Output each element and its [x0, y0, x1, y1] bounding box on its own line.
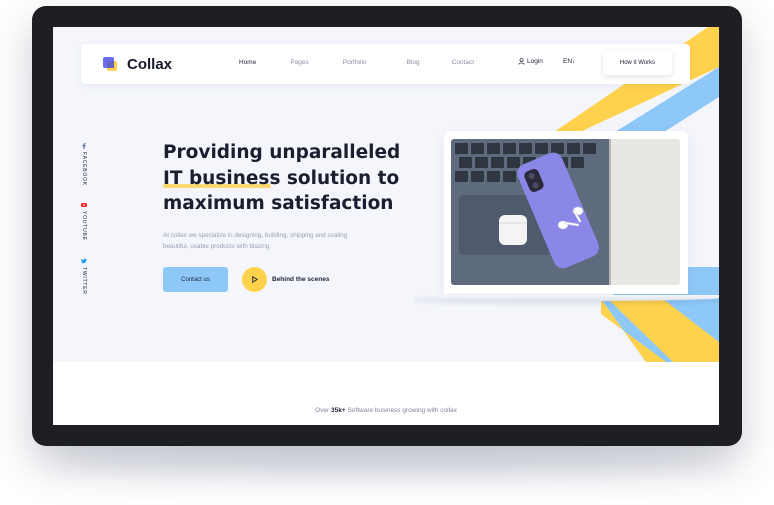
social-label: FACEBOOK	[81, 152, 87, 186]
login-label: Login	[527, 58, 543, 65]
stats-count: 35k+	[330, 407, 346, 414]
stripe-yellow-bottom-a	[601, 299, 719, 367]
language-selector[interactable]: EN↓	[563, 58, 575, 65]
twitter-icon	[81, 258, 87, 264]
nav-link-portfolio[interactable]: Portfolio	[343, 59, 367, 66]
social-facebook[interactable]: FACEBOOK	[78, 143, 90, 186]
how-it-works-button[interactable]: How it Works	[603, 51, 672, 75]
laptop-base	[414, 295, 719, 301]
chevron-down-icon: ↓	[572, 59, 576, 65]
stats-section	[53, 362, 719, 425]
stats-text: Over 35k+ Software business growing with…	[53, 407, 719, 414]
hero-headline: Providing unparalleled IT business solut…	[163, 140, 413, 217]
navbar: Collax Home Pages Portfolio Blog Contact…	[81, 44, 690, 84]
user-icon	[518, 58, 525, 65]
nav-link-blog[interactable]: Blog	[407, 59, 420, 66]
youtube-icon	[81, 203, 87, 207]
main-menu: Home Pages Portfolio Blog Contact	[239, 59, 508, 66]
stats-suffix: Software business growing with collax	[345, 407, 457, 414]
website-screen: Collax Home Pages Portfolio Blog Contact…	[53, 27, 719, 425]
phone-airpods-photo	[451, 139, 680, 285]
login-link[interactable]: Login	[518, 58, 543, 65]
contact-us-button[interactable]: Contact us	[163, 267, 228, 292]
nav-link-home[interactable]: Home	[239, 59, 256, 66]
device-shadow	[60, 445, 714, 475]
stats-prefix: Over	[315, 407, 331, 414]
language-label: EN	[563, 58, 573, 65]
facebook-icon	[82, 143, 86, 149]
headline-line: maximum satisfaction	[163, 193, 394, 214]
logo-icon	[97, 52, 121, 76]
social-youtube[interactable]: YOUTUBE	[78, 202, 90, 241]
social-twitter[interactable]: TWITTER	[78, 258, 90, 295]
play-button[interactable]	[242, 267, 267, 292]
headline-line: IT business solution to	[163, 167, 400, 189]
stripe-yellow-bottom	[608, 299, 719, 362]
nav-link-pages[interactable]: Pages	[290, 59, 308, 66]
behind-the-scenes-link[interactable]: Behind the scenes	[272, 276, 329, 283]
brand-name: Collax	[127, 55, 173, 73]
hero-description: At collax we specialize in designing, bu…	[163, 232, 348, 250]
nav-link-contact[interactable]: Contact	[452, 59, 474, 66]
social-label: TWITTER	[81, 267, 87, 295]
social-label: YOUTUBE	[81, 211, 87, 241]
brand-logo[interactable]: Collax	[97, 52, 172, 76]
play-icon	[252, 276, 259, 283]
laptop-mockup	[444, 131, 688, 294]
headline-line: Providing unparalleled	[163, 142, 401, 163]
hero-image	[451, 139, 680, 285]
